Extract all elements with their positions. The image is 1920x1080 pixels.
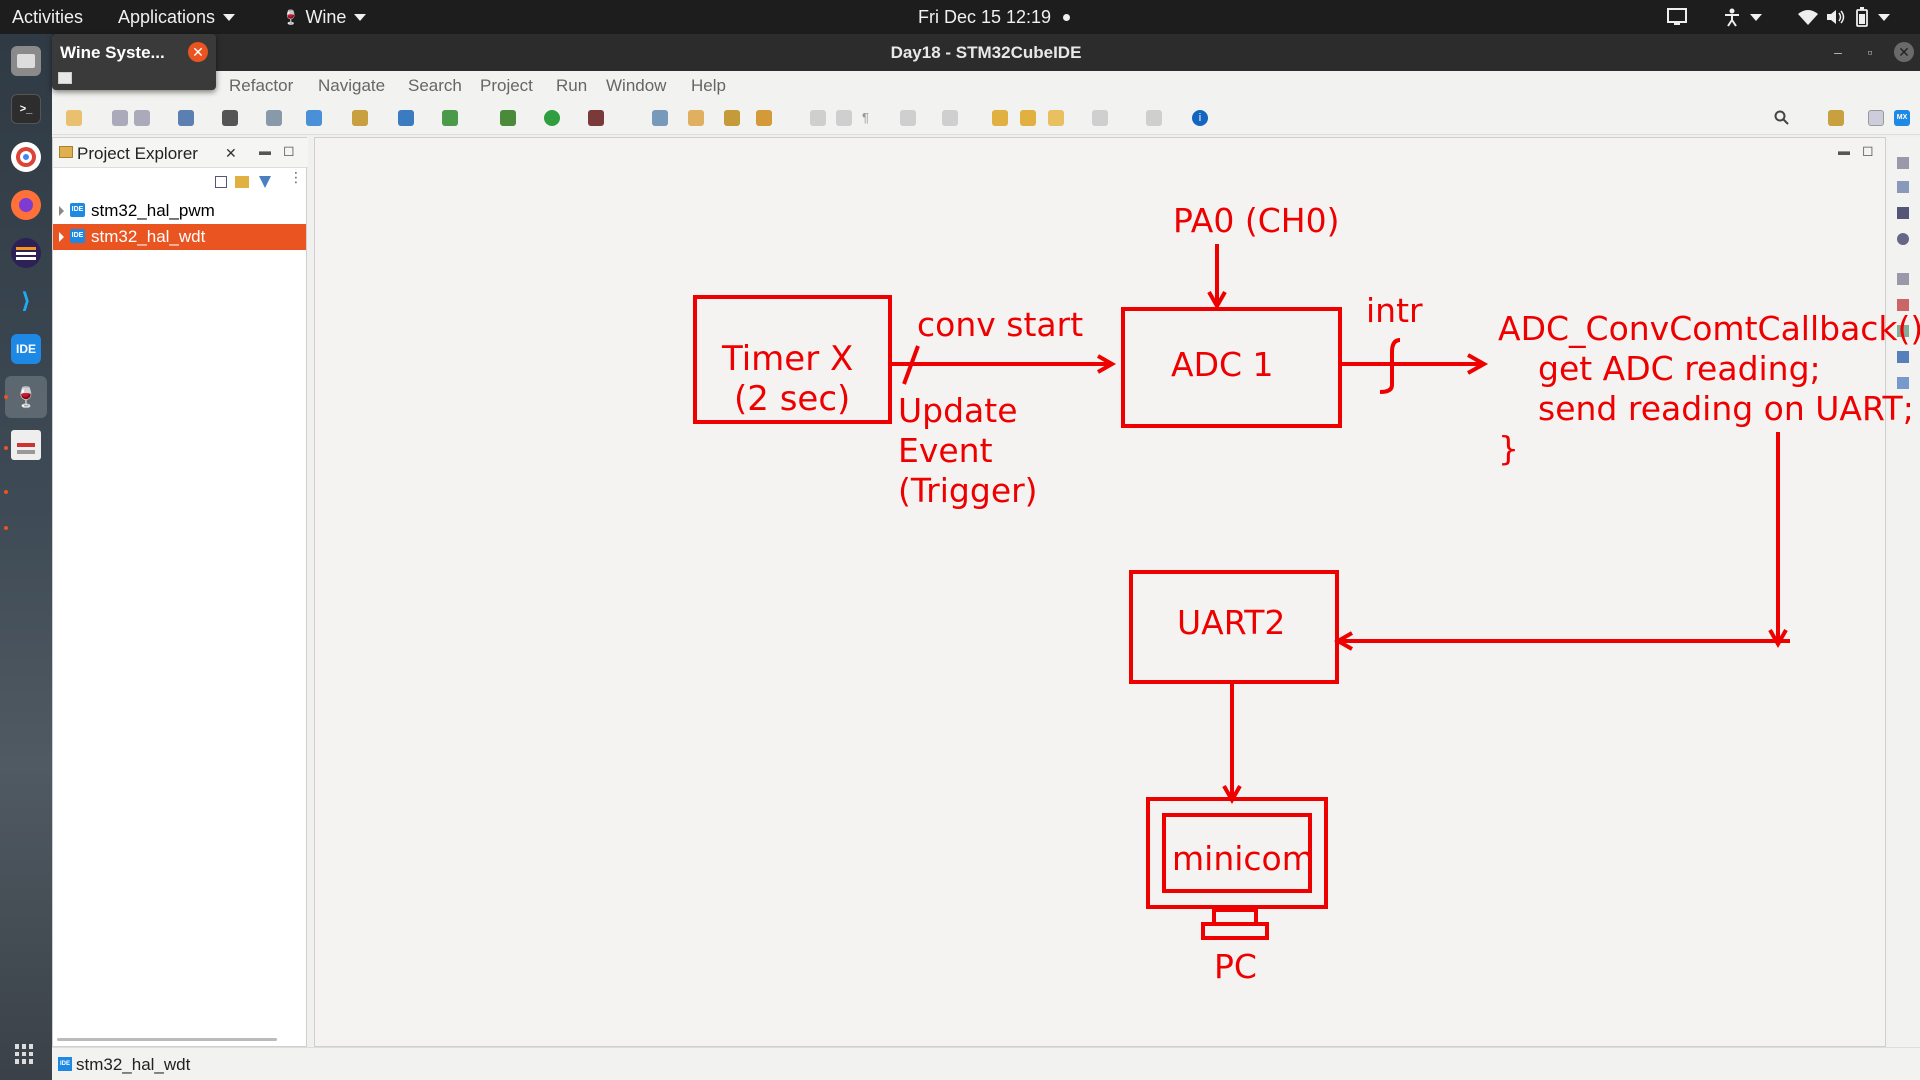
- pc-monitor-neck: [1212, 908, 1258, 926]
- uart-label: UART2: [1177, 603, 1285, 642]
- callback-line-1: ADC_ConvComtCallback() {: [1498, 309, 1920, 348]
- interrupt-label: intr: [1366, 291, 1423, 330]
- annotation-diagram: Timer X (2 sec) conv start Update Event …: [693, 201, 1920, 986]
- pc-monitor-base: [1201, 922, 1269, 940]
- adc-label: ADC 1: [1171, 345, 1274, 384]
- update-event-label-2: Event: [898, 431, 993, 470]
- pa0-label: PA0 (CH0): [1173, 201, 1339, 240]
- update-event-label-3: (Trigger): [898, 471, 1038, 510]
- callback-line-4: }: [1498, 429, 1519, 468]
- callback-line-2: get ADC reading;: [1538, 349, 1821, 388]
- timer-period-label: (2 sec): [734, 379, 850, 419]
- minicom-label: minicom: [1172, 839, 1314, 878]
- timer-label: Timer X: [721, 339, 853, 379]
- pc-label: PC: [1214, 947, 1257, 986]
- conv-start-label: conv start: [917, 305, 1083, 344]
- callback-line-3: send reading on UART;: [1538, 389, 1914, 428]
- update-event-label-1: Update: [898, 391, 1018, 430]
